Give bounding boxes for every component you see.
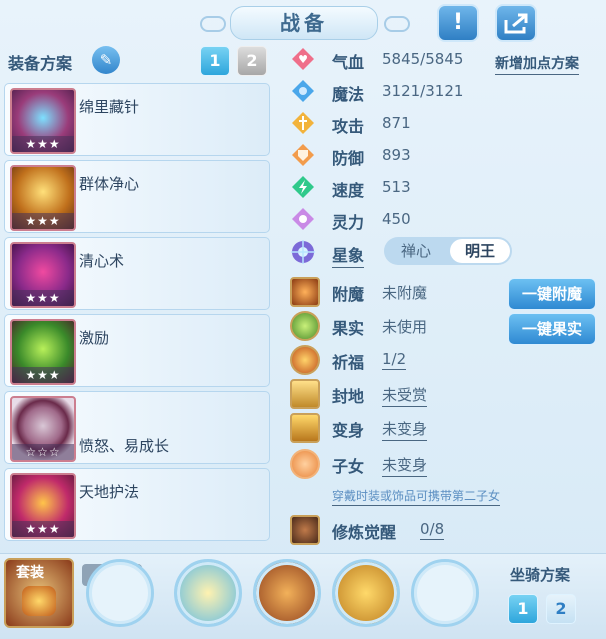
skill-card[interactable]: ★★★ 激励 (4, 314, 270, 387)
skill-card[interactable]: ★★★ 清心术 (4, 237, 270, 310)
cultivation-label: 修炼觉醒 (332, 523, 397, 542)
scheme-tab-2[interactable]: 2 (237, 46, 267, 76)
title-ornament-left (200, 16, 226, 32)
stat-value: 3121/3121 (382, 82, 464, 100)
outfit-label: 套装 (16, 565, 44, 581)
enchant-icon (290, 277, 320, 307)
enhance-value[interactable]: 1/2 (382, 350, 407, 370)
star-compass-icon (291, 240, 315, 264)
spirit-gem-icon (292, 208, 314, 230)
soul-skill-slot-scroll-icon[interactable] (253, 559, 321, 627)
stat-value: 893 (382, 146, 411, 164)
attack-gem-icon (292, 112, 314, 134)
child-note-link[interactable]: 穿戴时装或饰品可携带第二子女 (332, 487, 501, 506)
soul-skill-slot-golden-figure-icon[interactable] (332, 559, 400, 627)
fan-skill-icon: ★★★ (10, 88, 76, 154)
enhance-label: 果实 (332, 319, 365, 338)
mount-tab-2[interactable]: 2 (546, 594, 576, 624)
green-spirit-skill-icon: ★★★ (10, 319, 76, 385)
mask-skill-icon: ★★★ (10, 242, 76, 308)
cultivation-icon (290, 515, 320, 545)
defense-gem-icon (292, 144, 314, 166)
skill-name: 群体净心 (79, 175, 140, 193)
skill-stars: ★★★ (12, 290, 74, 306)
enhance-label: 祈福 (332, 353, 365, 372)
stat-label: 灵力 (332, 213, 365, 232)
stat-label: 气血 (332, 53, 365, 72)
enhance-label: 附魔 (332, 285, 365, 304)
edit-scheme-button[interactable]: ✎ (92, 46, 120, 74)
info-button[interactable]: ! (437, 4, 479, 42)
exclamation-icon: ! (452, 10, 464, 35)
heart-gem-icon: ♥ (292, 48, 314, 70)
constellation-option-chanxin[interactable]: 禅心 (386, 239, 446, 263)
title-ornament-right (384, 16, 410, 32)
stat-label: 防御 (332, 149, 365, 168)
one-click-fruit-button[interactable]: 一键果实 (508, 313, 596, 345)
constellation-toggle: 禅心 明王 (384, 237, 512, 265)
stat-label: 速度 (332, 181, 365, 200)
skill-card[interactable]: ★★★ 绵里藏针 (4, 83, 270, 156)
skill-name: 天地护法 (79, 483, 140, 501)
add-plan-link[interactable]: 新增加点方案 (495, 53, 579, 75)
pencil-icon: ✎ (99, 51, 113, 69)
scheme-tab-1[interactable]: 1 (200, 46, 230, 76)
soul-skill-slot-empty[interactable] (86, 559, 154, 627)
skill-name: 激励 (79, 329, 110, 347)
enhance-value[interactable]: 未受赏 (382, 384, 428, 407)
one-click-enchant-button[interactable]: 一键附魔 (508, 278, 596, 310)
enhance-value: 未附魔 (382, 284, 428, 302)
constellation-option-mingwang[interactable]: 明王 (450, 239, 510, 263)
stat-value: 5845/5845 (382, 50, 464, 68)
enhance-label: 变身 (332, 421, 365, 440)
skill-stars: ☆☆☆ (12, 444, 74, 460)
skill-name: 绵里藏针 (79, 98, 140, 116)
mana-gem-icon (292, 80, 314, 102)
stat-value: 871 (382, 114, 411, 132)
enhance-label: 封地 (332, 387, 365, 406)
battle-prep-panel: 战备 ! 装备方案 ✎ 1 2 ★★★ 绵里藏针 ★★★ 群体净心 ★★★ 清心… (0, 0, 606, 639)
stat-label: 攻击 (332, 117, 365, 136)
enhance-value[interactable]: 未变身 (382, 418, 428, 441)
outfit-cauldron-icon (22, 586, 56, 616)
skill-name: 愤怒、易成长 (79, 437, 170, 455)
outfit-slot[interactable]: 套装 (4, 558, 74, 628)
stat-label: 魔法 (332, 85, 365, 104)
share-icon (504, 13, 528, 34)
skill-stars: ★★★ (12, 521, 74, 537)
pagoda-skill-icon: ★★★ (10, 165, 76, 231)
enhance-value[interactable]: 未变身 (382, 454, 428, 477)
fief-icon (290, 379, 320, 409)
skill-name: 清心术 (79, 252, 125, 270)
cultivation-value[interactable]: 0/8 (420, 520, 445, 540)
skill-card[interactable]: ★★★ 群体净心 (4, 160, 270, 233)
enhance-label: 子女 (332, 457, 365, 476)
skill-card[interactable]: ☆☆☆ 愤怒、易成长 (4, 391, 270, 464)
svg-text:♥: ♥ (298, 53, 308, 66)
skill-stars: ★★★ (12, 213, 74, 229)
soul-skill-slot-dancer-icon[interactable] (174, 559, 242, 627)
child-icon (290, 449, 320, 479)
stat-value: 450 (382, 210, 411, 228)
speed-gem-icon (292, 176, 314, 198)
equip-scheme-label: 装备方案 (8, 54, 73, 73)
enhance-value: 未使用 (382, 318, 428, 336)
soul-skill-slot-empty[interactable] (411, 559, 479, 627)
guardian-skill-icon: ★★★ (10, 473, 76, 539)
stat-value: 513 (382, 178, 411, 196)
blessing-icon (290, 345, 320, 375)
transform-icon (290, 413, 320, 443)
skill-stars: ★★★ (12, 136, 74, 152)
share-button[interactable] (495, 4, 537, 42)
constellation-label[interactable]: 星象 (332, 242, 365, 268)
fruit-icon (290, 311, 320, 341)
mount-tab-1[interactable]: 1 (508, 594, 538, 624)
page-title: 战备 (230, 6, 378, 40)
mount-scheme-label: 坐骑方案 (510, 566, 571, 584)
skill-stars: ★★★ (12, 367, 74, 383)
ring-skill-icon: ☆☆☆ (10, 396, 76, 462)
skill-card[interactable]: ★★★ 天地护法 (4, 468, 270, 541)
